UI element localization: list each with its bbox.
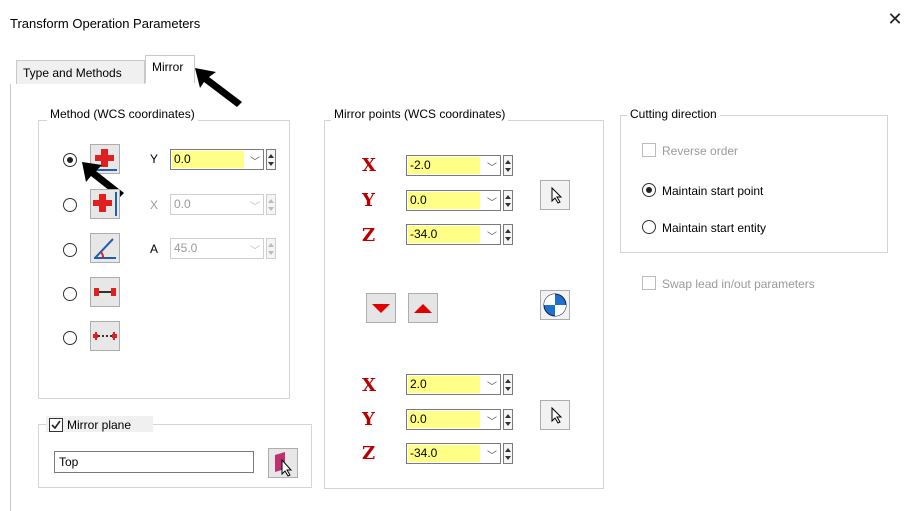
y-value-combo[interactable]: 0.0 ﹀ xyxy=(170,149,264,170)
plane-orientation-button[interactable] xyxy=(540,290,570,320)
arrow-up-icon xyxy=(414,304,432,313)
method-radio-two-points[interactable] xyxy=(63,287,77,301)
angle-value: 45.0 xyxy=(172,240,244,257)
field-label-y: Y xyxy=(150,152,159,166)
axis-x-label: X xyxy=(362,155,376,176)
chevron-down-icon: ﹀ xyxy=(250,202,260,213)
maintain-start-entity-label: Maintain start entity xyxy=(662,221,767,235)
move-down-button[interactable] xyxy=(366,293,396,323)
point1-z-value: -34.0 xyxy=(408,226,480,243)
point1-z-spinner[interactable] xyxy=(503,224,513,245)
chevron-down-icon: ﹀ xyxy=(487,382,497,393)
x-spinner[interactable] xyxy=(266,194,276,215)
mirror-angle-icon[interactable] xyxy=(90,233,120,263)
axis-z-label: Z xyxy=(362,443,376,464)
plane-pick-icon xyxy=(275,452,293,477)
angle-value-combo[interactable]: 45.0 ﹀ xyxy=(170,238,264,259)
chevron-down-icon: ﹀ xyxy=(487,451,497,462)
mirror-plane-label: Mirror plane xyxy=(67,418,132,432)
method-radio-y[interactable] xyxy=(63,153,77,167)
x-value-combo[interactable]: 0.0 ﹀ xyxy=(170,194,264,215)
chevron-down-icon: ﹀ xyxy=(487,417,497,428)
move-up-button[interactable] xyxy=(408,293,438,323)
pick-point2-button[interactable] xyxy=(540,400,570,430)
panel-left-edge xyxy=(10,84,11,511)
point1-y-value: 0.0 xyxy=(408,192,480,209)
annotation-arrow-icon xyxy=(195,68,242,107)
method-radio-x[interactable] xyxy=(63,198,77,212)
check-icon xyxy=(51,420,61,430)
window-title: Transform Operation Parameters xyxy=(10,16,201,31)
cursor-icon xyxy=(551,406,563,424)
reverse-order-label: Reverse order xyxy=(662,144,739,158)
point1-x-spinner[interactable] xyxy=(503,155,513,176)
point2-x-combo[interactable]: 2.0 ﹀ xyxy=(406,374,501,395)
maintain-start-point-radio[interactable] xyxy=(642,183,656,197)
y-value: 0.0 xyxy=(172,151,244,168)
reverse-order-checkbox[interactable] xyxy=(642,143,656,157)
select-plane-button[interactable] xyxy=(268,448,298,478)
point2-x-spinner[interactable] xyxy=(503,374,513,395)
point2-x-value: 2.0 xyxy=(408,376,480,393)
point2-z-spinner[interactable] xyxy=(503,443,513,464)
swap-lead-label: Swap lead in/out parameters xyxy=(662,277,815,291)
tab-type-and-methods[interactable]: Type and Methods xyxy=(16,60,145,85)
axis-z-label: Z xyxy=(362,225,376,246)
pick-point1-button[interactable] xyxy=(540,180,570,210)
point2-y-value: 0.0 xyxy=(408,411,480,428)
quadrant-icon xyxy=(543,293,567,317)
mirror-dashed-line-icon[interactable] xyxy=(90,321,120,351)
axis-y-label: Y xyxy=(362,190,375,211)
point1-z-combo[interactable]: -34.0 ﹀ xyxy=(406,224,501,245)
chevron-down-icon: ﹀ xyxy=(487,198,497,209)
point2-y-spinner[interactable] xyxy=(503,409,513,430)
point1-x-value: -2.0 xyxy=(408,157,480,174)
cutting-direction-label: Cutting direction xyxy=(627,107,720,121)
y-spinner[interactable] xyxy=(266,149,276,170)
point2-z-value: -34.0 xyxy=(408,445,480,462)
point2-z-combo[interactable]: -34.0 ﹀ xyxy=(406,443,501,464)
method-group-label: Method (WCS coordinates) xyxy=(47,107,198,121)
chevron-down-icon: ﹀ xyxy=(250,157,260,168)
chevron-down-icon: ﹀ xyxy=(487,163,497,174)
mirror-points-label: Mirror points (WCS coordinates) xyxy=(331,107,509,121)
maintain-start-point-label: Maintain start point xyxy=(662,184,764,198)
mirror-two-points-icon[interactable] xyxy=(90,277,120,307)
point1-y-spinner[interactable] xyxy=(503,190,513,211)
mirror-x-icon[interactable] xyxy=(90,189,120,219)
mirror-plane-checkbox[interactable] xyxy=(49,418,63,432)
swap-lead-checkbox[interactable] xyxy=(642,276,656,290)
close-icon[interactable]: ✕ xyxy=(884,8,906,30)
mirror-plane-field[interactable]: Top xyxy=(54,451,254,473)
field-label-a: A xyxy=(150,242,159,256)
field-label-x: X xyxy=(150,198,159,212)
tab-mirror[interactable]: Mirror xyxy=(145,55,195,83)
angle-spinner[interactable] xyxy=(266,238,276,259)
axis-y-label: Y xyxy=(362,409,375,430)
point2-y-combo[interactable]: 0.0 ﹀ xyxy=(406,409,501,430)
point1-x-combo[interactable]: -2.0 ﹀ xyxy=(406,155,501,176)
method-radio-dashed[interactable] xyxy=(63,331,77,345)
point1-y-combo[interactable]: 0.0 ﹀ xyxy=(406,190,501,211)
cursor-icon xyxy=(551,186,563,204)
method-radio-angle[interactable] xyxy=(63,243,77,257)
chevron-down-icon: ﹀ xyxy=(250,246,260,257)
chevron-down-icon: ﹀ xyxy=(487,232,497,243)
maintain-start-entity-radio[interactable] xyxy=(642,220,656,234)
axis-x-label: X xyxy=(362,375,376,396)
arrow-down-icon xyxy=(372,304,390,313)
x-value: 0.0 xyxy=(172,196,244,213)
